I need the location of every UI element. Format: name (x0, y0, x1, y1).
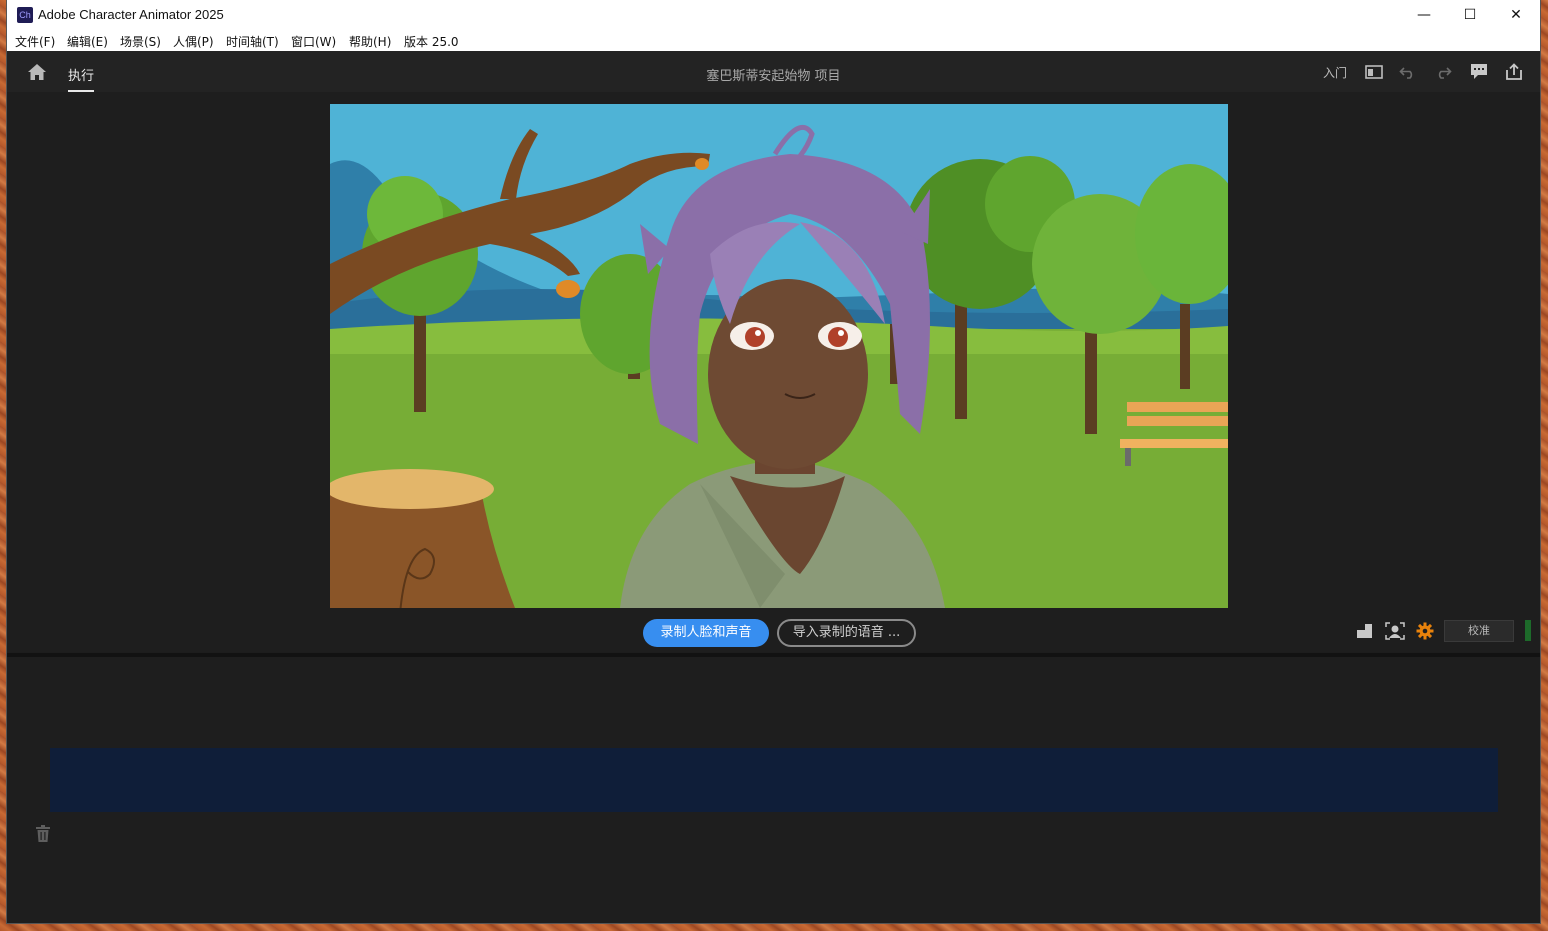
trash-icon[interactable] (35, 825, 51, 843)
workspace-bar: 执行 塞巴斯蒂安起始物 项目 入门 (7, 51, 1540, 93)
take-track[interactable] (50, 748, 1498, 812)
scene-preview (330, 104, 1228, 608)
menu-bar: 文件(F) 编辑(E) 场景(S) 人偶(P) 时间轴(T) 窗口(W) 帮助(… (7, 30, 1540, 51)
title-bar: Ch Adobe Character Animator 2025 — ☐ ✕ (7, 0, 1540, 30)
feedback-button[interactable] (1468, 61, 1490, 83)
menu-help[interactable]: 帮助(H) (349, 33, 391, 50)
minimize-icon: — (1417, 7, 1431, 23)
share-button[interactable] (1503, 61, 1525, 83)
face-tracking-icon (1385, 622, 1405, 640)
camera-input-icon (1357, 624, 1372, 638)
minimize-button[interactable]: — (1401, 0, 1447, 30)
redo-icon (1438, 67, 1452, 79)
app-icon: Ch (17, 7, 33, 23)
menu-window[interactable]: 窗口(W) (291, 33, 336, 50)
menu-puppet[interactable]: 人偶(P) (173, 33, 214, 50)
menu-file[interactable]: 文件(F) (15, 33, 55, 50)
stage-panel: 录制人脸和声音 导入录制的语音 ... 校准 (7, 92, 1540, 652)
menu-version[interactable]: 版本 25.0 (404, 33, 459, 50)
calibrate-button[interactable]: 校准 (1444, 620, 1514, 642)
undo-icon (1399, 67, 1413, 79)
window-title: Adobe Character Animator 2025 (38, 7, 224, 22)
menu-edit[interactable]: 编辑(E) (67, 33, 108, 50)
face-tracking-button[interactable] (1384, 620, 1406, 642)
project-title: 塞巴斯蒂安起始物 项目 (706, 69, 841, 84)
record-face-voice-button[interactable]: 录制人脸和声音 (643, 619, 769, 647)
feedback-icon (1471, 64, 1487, 79)
menu-scene[interactable]: 场景(S) (120, 33, 161, 50)
audio-level-meter (1525, 620, 1531, 641)
app-window: Ch Adobe Character Animator 2025 — ☐ ✕ 文… (7, 0, 1540, 923)
import-recorded-audio-button[interactable]: 导入录制的语音 ... (777, 619, 916, 647)
settings-gear-icon (1416, 622, 1434, 640)
maximize-button[interactable]: ☐ (1447, 0, 1493, 30)
maximize-icon: ☐ (1463, 7, 1477, 23)
redo-button[interactable] (1433, 61, 1453, 83)
panel-layout-icon (1365, 65, 1383, 79)
takes-panel (7, 657, 1540, 923)
undo-button[interactable] (1398, 61, 1418, 83)
settings-button[interactable] (1414, 620, 1436, 642)
close-button[interactable]: ✕ (1493, 0, 1539, 30)
getting-started-button[interactable]: 入门 (1323, 61, 1347, 83)
panel-layout-button[interactable] (1364, 61, 1384, 83)
camera-input-button[interactable] (1354, 620, 1376, 642)
menu-timeline[interactable]: 时间轴(T) (226, 33, 279, 50)
close-icon: ✕ (1510, 7, 1522, 23)
getting-started-label: 入门 (1323, 65, 1348, 80)
share-icon (1506, 63, 1522, 80)
